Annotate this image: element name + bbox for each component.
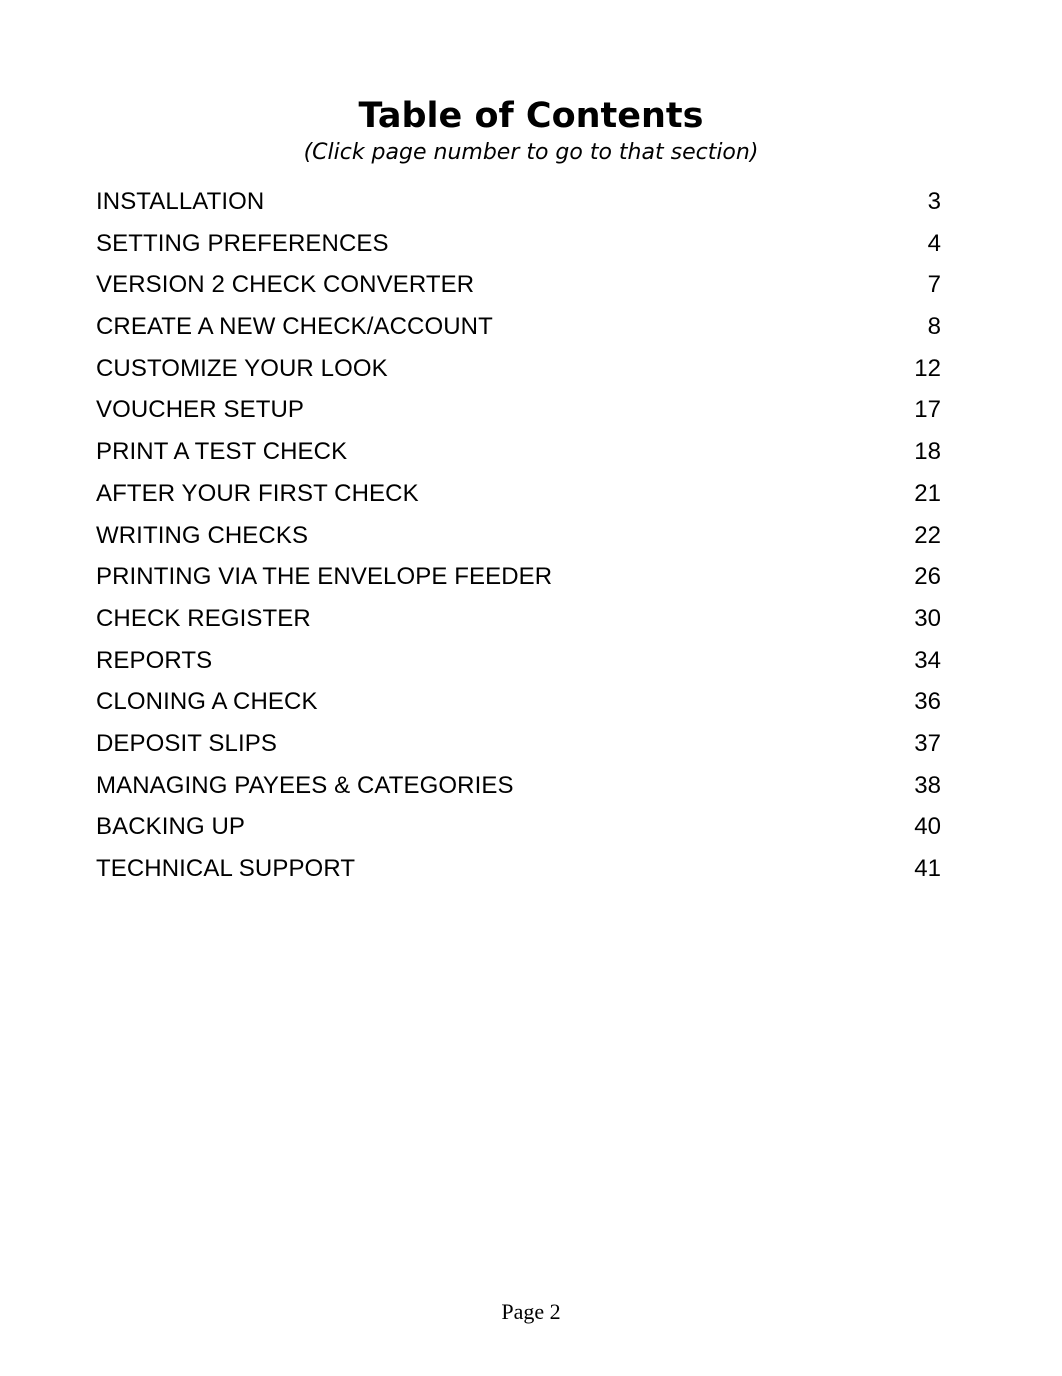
toc-entry-label: CHECK REGISTER [96, 604, 311, 632]
toc-entry-page-number[interactable]: 22 [907, 521, 941, 551]
toc-entry-setting-preferences[interactable]: SETTING PREFERENCES 4 [96, 229, 941, 271]
toc-entry-page-number[interactable]: 3 [907, 187, 941, 217]
document-header: Table of Contents (Click page number to … [0, 96, 1062, 167]
toc-entry-label: REPORTS [96, 646, 213, 674]
table-of-contents-list: INSTALLATION 3 SETTING PREFERENCES 4 VER… [96, 187, 941, 896]
toc-entry-label: TECHNICAL SUPPORT [96, 855, 356, 882]
toc-entry-print-a-test-check[interactable]: PRINT A TEST CHECK 18 [96, 437, 941, 479]
toc-entry-label: CUSTOMIZE YOUR LOOK [96, 354, 388, 382]
toc-entry-page-number[interactable]: 38 [907, 771, 941, 801]
toc-entry-label: WRITING CHECKS [96, 521, 309, 549]
toc-entry-label: CREATE A NEW CHECK/ACCOUNT [96, 313, 493, 341]
toc-entry-page-number[interactable]: 8 [907, 312, 941, 342]
toc-entry-version-2-check-converter[interactable]: VERSION 2 CHECK CONVERTER 7 [96, 270, 941, 312]
footer-page-label: Page 2 [501, 1299, 561, 1324]
toc-entry-label: PRINT A TEST CHECK [96, 438, 348, 466]
toc-entry-page-number[interactable]: 18 [907, 437, 941, 467]
toc-entry-page-number[interactable]: 36 [907, 687, 941, 717]
toc-entry-reports[interactable]: REPORTS 34 [96, 646, 941, 688]
document-page: Table of Contents (Click page number to … [0, 0, 1062, 1376]
toc-entry-page-number[interactable]: 26 [907, 562, 941, 592]
toc-entry-label: AFTER YOUR FIRST CHECK [96, 479, 419, 507]
toc-entry-managing-payees-and-categories[interactable]: MANAGING PAYEES & CATEGORIES 38 [96, 771, 941, 813]
page-subtitle: (Click page number to go to that section… [303, 140, 759, 165]
toc-entry-cloning-a-check[interactable]: CLONING A CHECK 36 [96, 687, 941, 729]
toc-entry-label: BACKING UP [96, 813, 246, 841]
toc-entry-label: VERSION 2 CHECK CONVERTER [96, 271, 475, 299]
toc-entry-create-a-new-check-account[interactable]: CREATE A NEW CHECK/ACCOUNT 8 [96, 312, 941, 354]
toc-entry-label: SETTING PREFERENCES [96, 229, 389, 257]
toc-entry-printing-via-the-envelope-feeder[interactable]: PRINTING VIA THE ENVELOPE FEEDER 26 [96, 562, 941, 604]
toc-entry-label: INSTALLATION [96, 188, 265, 215]
toc-entry-technical-support[interactable]: TECHNICAL SUPPORT 41 [96, 854, 941, 896]
toc-entry-backing-up[interactable]: BACKING UP 40 [96, 812, 941, 854]
page-title: Table of Contents [358, 96, 704, 136]
toc-entry-page-number[interactable]: 37 [907, 729, 941, 759]
toc-entry-page-number[interactable]: 7 [907, 270, 941, 300]
toc-entry-page-number[interactable]: 34 [907, 646, 941, 676]
toc-entry-page-number[interactable]: 40 [907, 812, 941, 842]
toc-entry-label: VOUCHER SETUP [96, 396, 304, 424]
page-footer: Page 2 [0, 1299, 1062, 1325]
toc-entry-after-your-first-check[interactable]: AFTER YOUR FIRST CHECK 21 [96, 479, 941, 521]
toc-entry-page-number[interactable]: 30 [907, 604, 941, 634]
toc-entry-customize-your-look[interactable]: CUSTOMIZE YOUR LOOK 12 [96, 354, 941, 396]
toc-entry-page-number[interactable]: 41 [907, 854, 941, 884]
toc-entry-label: CLONING A CHECK [96, 688, 318, 716]
toc-entry-voucher-setup[interactable]: VOUCHER SETUP 17 [96, 395, 941, 437]
toc-entry-deposit-slips[interactable]: DEPOSIT SLIPS 37 [96, 729, 941, 771]
toc-entry-page-number[interactable]: 21 [907, 479, 941, 509]
toc-entry-label: PRINTING VIA THE ENVELOPE FEEDER [96, 563, 553, 591]
toc-entry-label: MANAGING PAYEES & CATEGORIES [96, 771, 514, 799]
toc-entry-label: DEPOSIT SLIPS [96, 729, 277, 757]
toc-entry-writing-checks[interactable]: WRITING CHECKS 22 [96, 521, 941, 563]
toc-entry-page-number[interactable]: 4 [907, 229, 941, 259]
toc-entry-page-number[interactable]: 17 [907, 395, 941, 425]
toc-entry-page-number[interactable]: 12 [907, 354, 941, 384]
toc-entry-installation[interactable]: INSTALLATION 3 [96, 187, 941, 229]
toc-entry-check-register[interactable]: CHECK REGISTER 30 [96, 604, 941, 646]
